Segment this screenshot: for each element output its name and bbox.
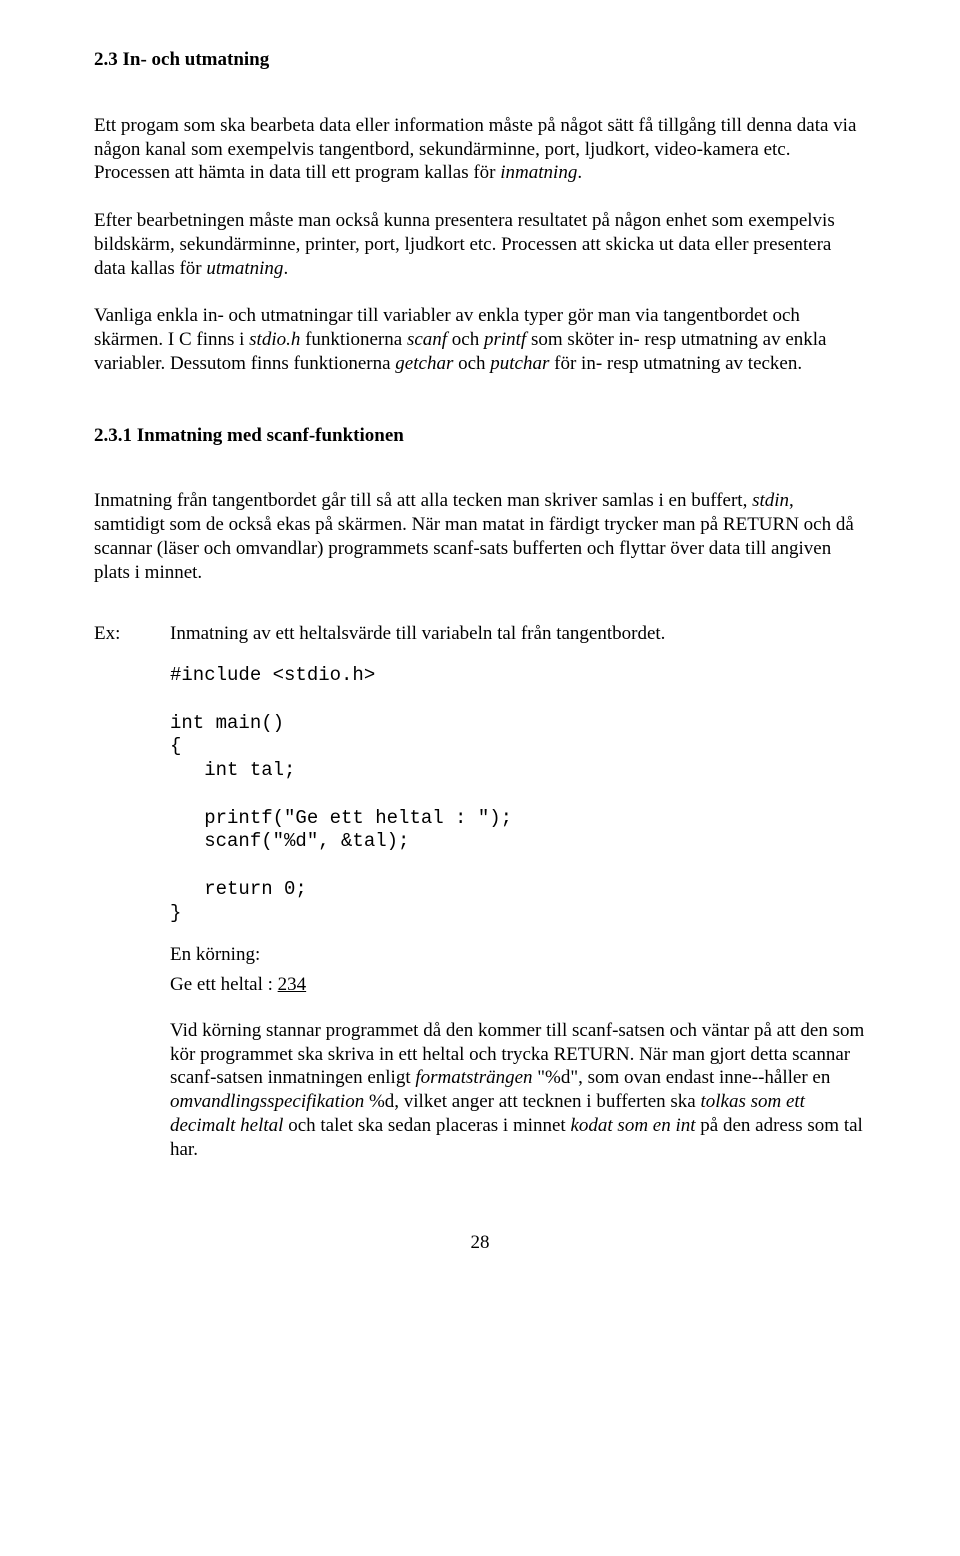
term-putchar: putchar [490, 353, 549, 374]
term-stdioh: stdio.h [249, 329, 300, 350]
paragraph-stdin: Inmatning från tangentbordet går till så… [94, 489, 866, 584]
subsection-heading: 2.3.1 Inmatning med scanf-funktionen [94, 424, 866, 448]
run-input-value: 234 [278, 974, 307, 995]
text: . [283, 258, 288, 279]
text: Inmatning från tangentbordet går till så… [94, 490, 752, 511]
text: %d, vilket anger att tecknen i bufferten… [364, 1091, 700, 1112]
text: och [453, 353, 490, 374]
text: "%d", som ovan endast inne--håller en [533, 1067, 831, 1088]
term-omvandlingsspecifikation: omvandlingsspecifikation [170, 1091, 364, 1112]
text: och [447, 329, 484, 350]
run-output: Ge ett heltal : 234 [170, 973, 866, 997]
term-kodat: kodat som en int [570, 1115, 695, 1136]
term-scanf: scanf [407, 329, 447, 350]
section-heading: 2.3 In- och utmatning [94, 48, 866, 72]
term-formatstrangen: formatsträngen [415, 1067, 532, 1088]
run-label: En körning: [170, 943, 866, 967]
code-block: #include <stdio.h> int main() { int tal;… [170, 664, 866, 925]
example-body: #include <stdio.h> int main() { int tal;… [170, 664, 866, 1161]
term-utmatning: utmatning [206, 258, 283, 279]
paragraph-intro-utmatning: Efter bearbetningen måste man också kunn… [94, 209, 866, 280]
example-row: Ex: Inmatning av ett heltalsvärde till v… [94, 622, 866, 646]
paragraph-intro-inmatning: Ett progam som ska bearbeta data eller i… [94, 114, 866, 185]
term-stdin: stdin [752, 490, 789, 511]
term-printf: printf [484, 329, 526, 350]
text: för in- resp utmatning av tecken. [549, 353, 802, 374]
term-inmatning: inmatning [500, 162, 577, 183]
paragraph-explanation: Vid körning stannar programmet då den ko… [170, 1019, 866, 1162]
term-getchar: getchar [395, 353, 453, 374]
page-number: 28 [94, 1231, 866, 1255]
text: . [577, 162, 582, 183]
example-label: Ex: [94, 622, 138, 646]
paragraph-stdio: Vanliga enkla in- och utmatningar till v… [94, 304, 866, 375]
text: funktionerna [300, 329, 407, 350]
example-description: Inmatning av ett heltalsvärde till varia… [170, 622, 866, 646]
run-prompt: Ge ett heltal : [170, 974, 278, 995]
text: Ett progam som ska bearbeta data eller i… [94, 115, 856, 184]
text: och talet ska sedan placeras i minnet [283, 1115, 570, 1136]
